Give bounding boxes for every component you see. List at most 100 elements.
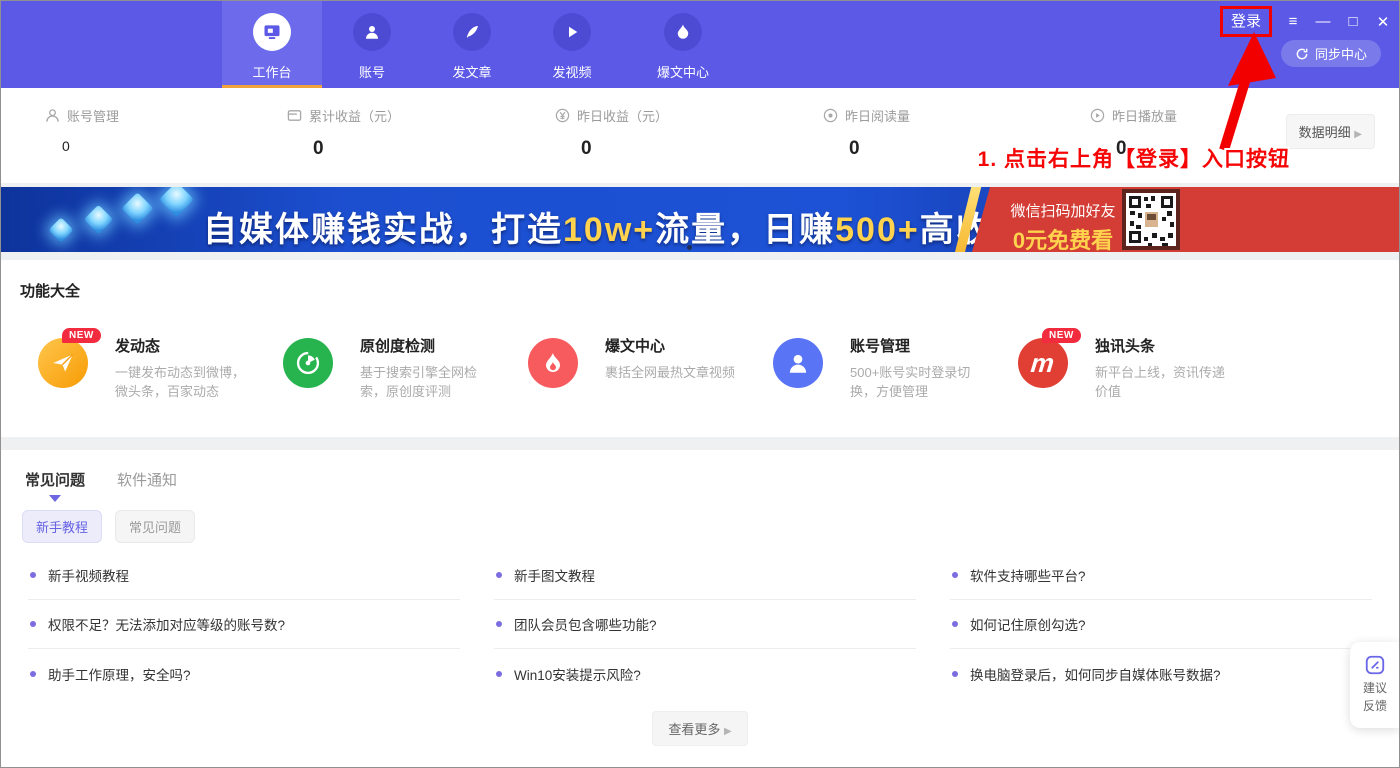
data-detail-label: 数据明细: [1299, 125, 1351, 140]
bullet-dot-icon: [952, 621, 958, 627]
cube-decoration: [159, 187, 194, 217]
flame-icon: [664, 13, 702, 51]
bullet-dot-icon: [496, 621, 502, 627]
faq-item[interactable]: 助手工作原理，安全吗?: [28, 649, 460, 698]
qr-code: [1122, 189, 1180, 250]
faq-item[interactable]: 换电脑登录后，如何同步自媒体账号数据?: [950, 649, 1372, 698]
close-icon[interactable]: ✕: [1374, 13, 1392, 31]
flame-icon: [528, 338, 578, 388]
data-detail-button[interactable]: 数据明细 ▶: [1286, 114, 1375, 149]
view-more-button[interactable]: 查看更多 ▶: [652, 711, 747, 746]
edit-pen-icon: [1364, 654, 1386, 676]
user-icon: [773, 338, 823, 388]
stat-label: 昨日阅读量: [845, 106, 910, 125]
paper-plane-icon: [38, 338, 88, 388]
stat-label: 累计收益（元）: [309, 106, 400, 125]
features-title: 功能大全: [20, 280, 1400, 301]
faq-item[interactable]: 如何记住原创勾选?: [950, 600, 1372, 649]
banner-right-panel: 微信扫码加好友 0元免费看: [968, 187, 1400, 252]
stat-account-management: 账号管理 0: [45, 106, 119, 154]
feather-icon: [453, 13, 491, 51]
feedback-float-button[interactable]: 建议 反馈: [1350, 642, 1400, 728]
monitor-icon: [253, 13, 291, 51]
feature-desc: 基于搜索引擎全网检索，原创度评测: [360, 363, 502, 401]
stat-label: 账号管理: [67, 106, 119, 125]
stat-label: 昨日收益（元）: [577, 106, 668, 125]
faq-item[interactable]: 团队会员包含哪些功能?: [494, 600, 916, 649]
titlebar: 工作台 账号 发文章 发视频 爆文中心 登录 ≡: [0, 0, 1400, 88]
cube-decoration: [121, 192, 154, 225]
cube-decoration: [84, 205, 114, 235]
bullet-dot-icon: [496, 671, 502, 677]
wallet-icon: [287, 108, 302, 123]
menu-icon[interactable]: ≡: [1284, 13, 1302, 30]
user-icon: [45, 108, 60, 123]
tab-publish-article[interactable]: 发文章: [422, 0, 522, 88]
promo-banner[interactable]: 自媒体赚钱实战，打造10w+流量，日赚500+高收益玩法 微信扫码加好友 0元免…: [0, 187, 1400, 252]
pill-beginner-tutorial[interactable]: 新手教程: [22, 510, 102, 543]
faq-item[interactable]: Win10安装提示风险?: [494, 649, 916, 698]
pill-common-questions[interactable]: 常见问题: [115, 510, 195, 543]
tab-label: 工作台: [252, 62, 291, 81]
stat-yesterday-earnings: 昨日收益（元） 0: [555, 106, 668, 160]
bullet-dot-icon: [30, 572, 36, 578]
tab-label: 爆文中心: [657, 62, 709, 81]
caret-right-icon: ▶: [1354, 129, 1362, 140]
m-logo-icon: m: [1018, 338, 1068, 388]
stat-value: 0: [581, 138, 668, 160]
caret-right-icon: ▶: [724, 726, 732, 737]
feature-desc: 500+账号实时登录切换，方便管理: [850, 363, 992, 401]
bullet-dot-icon: [952, 671, 958, 677]
tab-publish-video[interactable]: 发视频: [522, 0, 622, 88]
feature-title: 独讯头条: [1095, 335, 1248, 356]
feature-desc: 裹括全网最热文章视频: [605, 363, 747, 382]
tab-software-notices[interactable]: 软件通知: [117, 469, 177, 500]
tab-label: 发视频: [552, 62, 591, 81]
sync-center-button[interactable]: 同步中心: [1281, 40, 1381, 67]
refresh-icon: [1295, 47, 1309, 61]
tab-label: 账号: [359, 62, 385, 81]
faq-item[interactable]: 新手视频教程: [28, 551, 460, 600]
tab-workbench[interactable]: 工作台: [222, 0, 322, 88]
feature-title: 账号管理: [850, 335, 1003, 356]
feature-duxun-toutiao[interactable]: NEW m 独讯头条 新平台上线，资讯传递价值: [1018, 335, 1248, 401]
cube-decoration: [48, 217, 73, 242]
stat-value: 0: [849, 138, 910, 160]
faq-tabs: 常见问题 软件通知: [25, 469, 1400, 500]
faq-item[interactable]: 新手图文教程: [494, 551, 916, 600]
faq-item[interactable]: 权限不足？无法添加对应等级的账号数?: [28, 600, 460, 649]
banner-carousel-dot[interactable]: [687, 245, 692, 250]
view-more-label: 查看更多: [668, 722, 720, 737]
feature-title: 发动态: [115, 335, 268, 356]
tab-hot-article-center[interactable]: 爆文中心: [622, 0, 744, 88]
tab-common-questions[interactable]: 常见问题: [25, 469, 85, 500]
feature-title: 原创度检测: [360, 335, 513, 356]
bullet-dot-icon: [30, 621, 36, 627]
feature-originality-check[interactable]: 原创度检测 基于搜索引擎全网检索，原创度评测: [283, 335, 513, 401]
feature-hot-article-center[interactable]: 爆文中心 裹括全网最热文章视频: [528, 335, 758, 382]
eye-circle-icon: [823, 108, 838, 123]
feature-post-updates[interactable]: NEW 发动态 一键发布动态到微博，微头条，百家动态: [38, 335, 268, 401]
tab-label: 发文章: [452, 62, 491, 81]
faq-list: 新手视频教程 新手图文教程 软件支持哪些平台? 权限不足？无法添加对应等级的账号…: [28, 551, 1372, 698]
faq-item[interactable]: 软件支持哪些平台?: [950, 551, 1372, 600]
feature-title: 爆文中心: [605, 335, 758, 356]
maximize-icon[interactable]: □: [1344, 13, 1362, 30]
stat-value: 0: [313, 138, 400, 160]
login-button[interactable]: 登录: [1220, 6, 1272, 37]
faq-section: 常见问题 软件通知 新手教程 常见问题 新手视频教程 新手图文教程 软件支持哪些…: [0, 450, 1400, 768]
bullet-dot-icon: [30, 671, 36, 677]
bullet-dot-icon: [952, 572, 958, 578]
play-icon: [553, 13, 591, 51]
faq-filter-pills: 新手教程 常见问题: [22, 510, 1400, 543]
stat-value: 0: [62, 138, 119, 154]
sync-center-label: 同步中心: [1315, 44, 1367, 63]
feature-account-management[interactable]: 账号管理 500+账号实时登录切换，方便管理: [773, 335, 1003, 401]
minimize-icon[interactable]: —: [1314, 13, 1332, 30]
stat-yesterday-reads: 昨日阅读量 0: [823, 106, 910, 160]
user-icon: [353, 13, 391, 51]
yen-circle-icon: [555, 108, 570, 123]
banner-promo-text: 微信扫码加好友 0元免费看: [1008, 200, 1118, 252]
stat-label: 昨日播放量: [1112, 106, 1177, 125]
tab-accounts[interactable]: 账号: [322, 0, 422, 88]
